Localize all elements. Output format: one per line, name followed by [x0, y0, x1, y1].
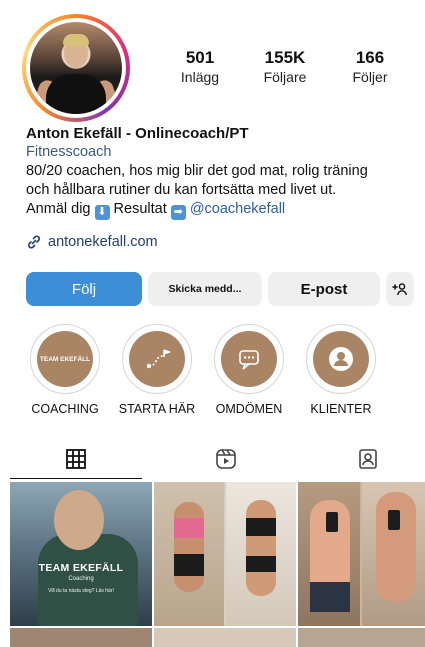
reels-icon: [216, 449, 236, 469]
stat-posts-label: Inlägg: [180, 69, 220, 85]
profile-actions: Följ Skicka medd... E-post: [26, 272, 414, 306]
path-icon: [146, 349, 172, 369]
highlight-omdomen[interactable]: OMDÖMEN: [204, 324, 294, 416]
highlight-ring: [122, 324, 192, 394]
stat-followers-value: 155K: [264, 48, 306, 67]
arrow-down-icon: ⬇: [94, 205, 110, 220]
post-photo-figure: [174, 502, 204, 592]
posts-grid: TEAM EKEFÄLL Coaching Vill du ta nästa s…: [10, 482, 425, 647]
post-caption: Vill du ta nästa steg? Läs här!: [48, 588, 114, 594]
highlight-ring: TEAM EKEFÄLL: [30, 324, 100, 394]
post-photo-figure: [246, 500, 276, 596]
highlight-label: OMDÖMEN: [215, 402, 283, 416]
arrow-right-icon: ➡: [170, 205, 186, 220]
post-thumbnail[interactable]: TEAM EKEFÄLL Coaching Vill du ta nästa s…: [10, 482, 152, 626]
post-thumbnail[interactable]: [154, 482, 296, 626]
email-button[interactable]: E-post: [268, 272, 380, 306]
post-photo-bottom: [174, 554, 204, 576]
avatar-frame: [26, 18, 126, 118]
avatar[interactable]: [30, 22, 122, 114]
post-thumbnail[interactable]: [298, 628, 425, 647]
profile-avatar-ring[interactable]: [22, 14, 130, 122]
highlight-ring: [306, 324, 376, 394]
chat-bubble-icon: [239, 350, 259, 370]
grid-icon: [66, 449, 86, 469]
highlight-ring: [214, 324, 284, 394]
profile-tabs: [0, 440, 425, 480]
highlight-starta-har[interactable]: STARTA HÄR: [112, 324, 202, 416]
post-thumbnail[interactable]: [10, 628, 152, 647]
tab-reels[interactable]: [196, 440, 256, 478]
phone-icon: [326, 512, 338, 532]
stat-followers-label: Följare: [263, 69, 307, 85]
post-thumbnail[interactable]: [154, 628, 296, 647]
avatar-shirt: [46, 74, 106, 114]
avatar-hair: [63, 34, 89, 46]
post-title: TEAM EKEFÄLL: [38, 562, 124, 574]
highlight-cover: [129, 331, 185, 387]
follow-button[interactable]: Följ: [26, 272, 142, 306]
stat-following-value: 166: [355, 48, 385, 67]
highlight-label: STARTA HÄR: [118, 402, 196, 416]
tagged-icon: [359, 449, 377, 469]
post-photo-top: [246, 518, 276, 536]
bio-mention-link[interactable]: @coachekefall: [190, 201, 285, 217]
bio-line-1: 80/20 coachen, hos mig blir det god mat,…: [26, 163, 368, 179]
post-photo-person: [54, 490, 104, 550]
bio-line-3: Anmäl dig ⬇ Resultat ➡ @coachekefall: [26, 200, 416, 220]
highlight-cover-text: TEAM EKEFÄLL: [39, 355, 91, 363]
tab-tagged[interactable]: [338, 440, 398, 478]
highlight-label: KLIENTER: [310, 402, 372, 416]
profile-name: Anton Ekefäll - Onlinecoach/PT: [26, 125, 249, 142]
highlight-cover: TEAM EKEFÄLL: [37, 331, 93, 387]
post-thumbnail[interactable]: [298, 482, 425, 626]
profile-bio: Anton Ekefäll - Onlinecoach/PT Fitnessco…: [26, 124, 416, 220]
bio-results-text: Resultat: [113, 201, 167, 217]
suggested-users-button[interactable]: [386, 272, 414, 306]
post-photo-bottom: [246, 556, 276, 572]
story-highlights: TEAM EKEFÄLL COACHING STARTA HÄR OMDÖMEN…: [20, 324, 420, 424]
profile-website-link[interactable]: antonekefall.com: [26, 234, 158, 250]
highlight-klienter[interactable]: KLIENTER: [296, 324, 386, 416]
active-tab-indicator: [10, 478, 142, 479]
stat-following[interactable]: 166 Följer: [330, 48, 410, 86]
profile-stats: 501 Inlägg 155K Följare 166 Följer: [160, 48, 410, 86]
phone-icon: [388, 510, 400, 530]
message-button[interactable]: Skicka medd...: [148, 272, 262, 306]
highlight-coaching[interactable]: TEAM EKEFÄLL COACHING: [20, 324, 110, 416]
stat-followers[interactable]: 155K Följare: [245, 48, 325, 86]
tab-grid[interactable]: [46, 440, 106, 478]
bio-signup-text: Anmäl dig: [26, 201, 91, 217]
post-photo-figure: [376, 492, 416, 602]
post-photo-shorts: [310, 582, 350, 612]
profile-category[interactable]: Fitnesscoach: [26, 143, 416, 162]
website-url: antonekefall.com: [48, 234, 158, 250]
bio-line-2: och hållbara rutiner du kan fortsätta me…: [26, 182, 337, 198]
post-subtitle: Coaching: [68, 576, 94, 582]
highlight-cover: [313, 331, 369, 387]
stat-posts-value: 501: [185, 48, 215, 67]
post-photo-top: [174, 518, 204, 538]
add-person-icon: [392, 283, 407, 296]
stat-following-label: Följer: [352, 69, 388, 85]
link-icon: [28, 235, 40, 249]
highlight-cover: [221, 331, 277, 387]
person-icon: [329, 347, 353, 371]
stat-posts[interactable]: 501 Inlägg: [160, 48, 240, 86]
highlight-label: COACHING: [31, 402, 99, 416]
